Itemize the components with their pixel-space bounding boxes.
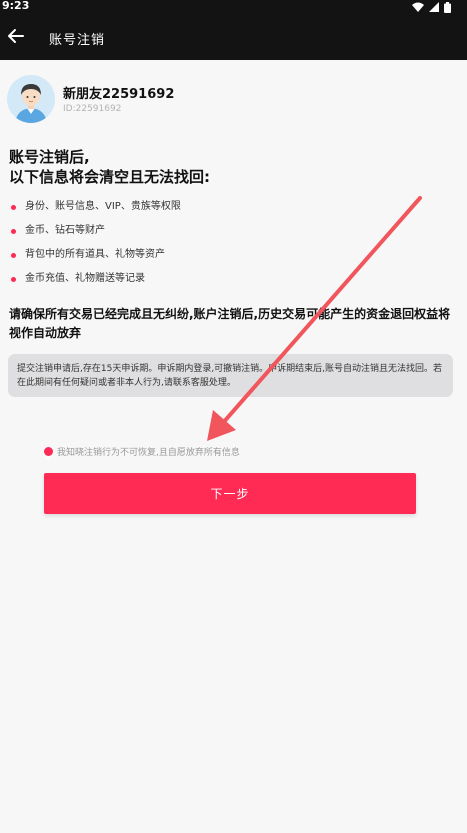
- check-icon: [44, 447, 53, 460]
- status-time: 9:23: [2, 0, 30, 12]
- list-item: 金币、钻石等财产: [11, 221, 431, 245]
- bullet-dot-icon: [11, 205, 16, 210]
- user-id: ID:22591692: [63, 104, 122, 114]
- cleared-info-list: 身份、账号信息、VIP、贵族等权限 金币、钻石等财产 背包中的所有道具、礼物等资…: [11, 197, 431, 293]
- list-item: 背包中的所有道具、礼物等资产: [11, 245, 431, 269]
- heading-line-1: 账号注销后,: [9, 148, 90, 166]
- avatar: [7, 75, 55, 123]
- agreement-label: 我知晓注销行为不可恢复,且自愿放弃所有信息: [57, 448, 240, 458]
- bullet-dot-icon: [11, 229, 16, 234]
- heading-line-2: 以下信息将会清空且无法找回:: [9, 168, 210, 186]
- appeal-notice: 提交注销申请后,存在15天申诉期。申诉期内登录,可撤销注销。申诉期结束后,账号自…: [8, 354, 453, 397]
- section-heading: 账号注销后, 以下信息将会清空且无法找回:: [9, 147, 210, 187]
- list-item-text: 背包中的所有道具、礼物等资产: [25, 249, 165, 260]
- back-button[interactable]: [4, 24, 28, 48]
- bullet-dot-icon: [11, 253, 16, 258]
- funds-warning: 请确保所有交易已经完成且无纠纷,账户注销后,历史交易可能产生的资金退回权益将视作…: [9, 307, 451, 340]
- list-item-text: 金币、钻石等财产: [25, 225, 105, 236]
- signal-icon: [429, 2, 439, 12]
- list-item: 身份、账号信息、VIP、贵族等权限: [11, 197, 431, 221]
- battery-icon: [444, 1, 451, 13]
- list-item-text: 金币充值、礼物赠送等记录: [25, 273, 145, 284]
- user-avatar-icon: [7, 75, 55, 123]
- status-bar: 9:23: [0, 0, 467, 14]
- status-icons: [412, 1, 451, 13]
- bullet-dot-icon: [11, 277, 16, 282]
- profile-card: 新朋友22591692 ID:22591692: [7, 73, 447, 125]
- arrow-left-icon: [8, 29, 24, 43]
- app-bar: 账号注销: [0, 14, 467, 60]
- page-title: 账号注销: [49, 33, 106, 48]
- user-nickname: 新朋友22591692: [63, 87, 175, 102]
- list-item-text: 身份、账号信息、VIP、贵族等权限: [25, 201, 181, 212]
- list-item: 金币充值、礼物赠送等记录: [11, 269, 431, 293]
- next-step-button[interactable]: 下一步: [44, 473, 416, 514]
- wifi-icon: [412, 2, 424, 12]
